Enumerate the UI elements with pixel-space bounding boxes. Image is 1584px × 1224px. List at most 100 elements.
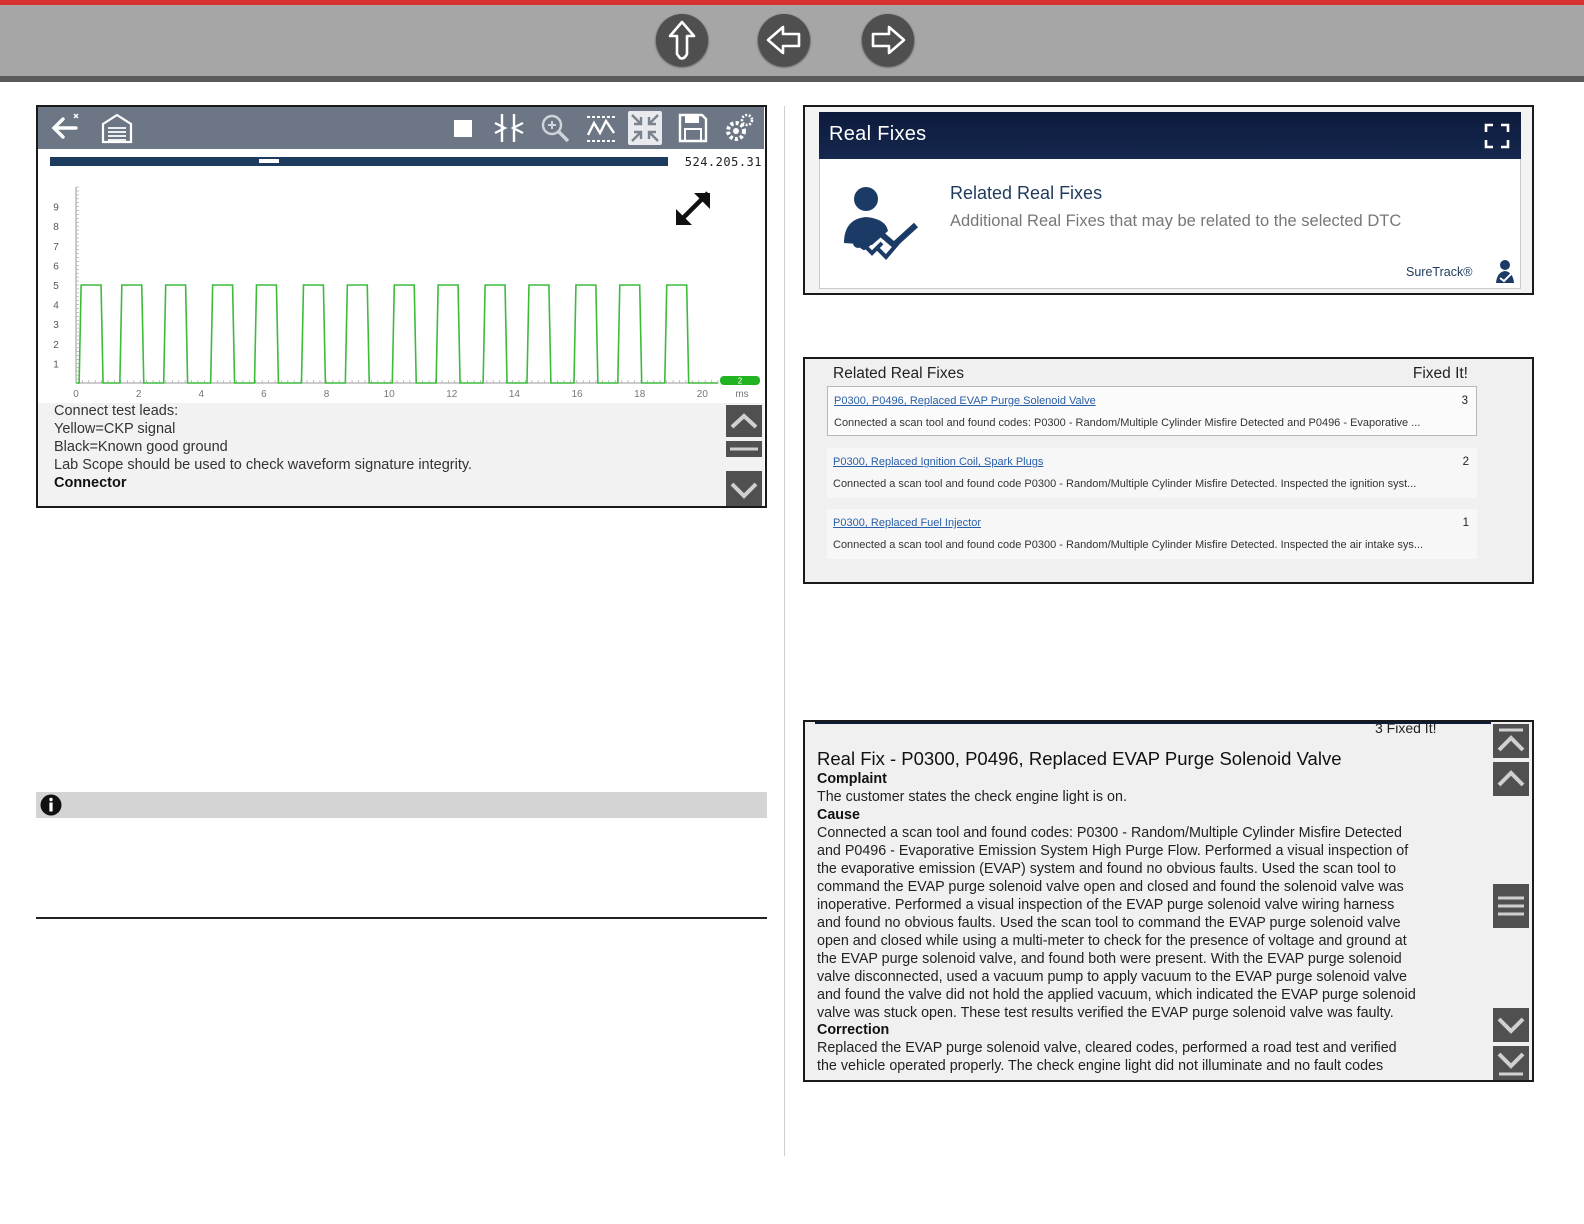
- up-arrow-icon: [668, 20, 696, 60]
- scroll-thumb[interactable]: [726, 441, 762, 457]
- scroll-bottom-button[interactable]: [1493, 1046, 1529, 1080]
- real-fixes-title: Real Fixes: [829, 123, 927, 145]
- cause-line: inoperative. Performed a visual inspecti…: [817, 897, 1395, 913]
- x-tick-label: 0: [73, 389, 79, 400]
- scope-position-value: 524.205.31: [684, 155, 762, 169]
- note-divider: [36, 917, 767, 919]
- scroll-down-button[interactable]: [1493, 1008, 1529, 1042]
- fullscreen-button[interactable]: [628, 111, 662, 145]
- scroll-down-button[interactable]: [726, 471, 762, 506]
- real-fix-title: Real Fix - P0300, P0496, Replaced EVAP P…: [817, 748, 1342, 769]
- scroll-up-button[interactable]: [726, 405, 762, 437]
- y-tick-label: 4: [53, 301, 59, 312]
- instruction-line: Lab Scope should be used to check wavefo…: [54, 457, 473, 473]
- fullscreen-icon: [631, 114, 659, 142]
- scope-buffer-bar[interactable]: [50, 157, 668, 166]
- trace-marker[interactable]: 2: [720, 376, 760, 386]
- suretrack-brand: SureTrack®: [1406, 265, 1473, 279]
- technician-handshake-icon: [844, 187, 919, 260]
- stop-button[interactable]: [446, 111, 480, 145]
- fixed-it-count: 1: [1462, 517, 1469, 529]
- fixed-it-count: 3: [1461, 395, 1468, 407]
- list-item[interactable]: P0300, P0496, Replaced EVAP Purge Soleno…: [827, 386, 1477, 436]
- home-button[interactable]: [100, 111, 134, 145]
- scroll-up-button[interactable]: [1493, 762, 1529, 796]
- correction-line: Replaced the EVAP purge solenoid valve, …: [817, 1040, 1397, 1056]
- chevron-down-icon: [1497, 1017, 1525, 1034]
- waveform-trace: [76, 284, 718, 384]
- cursor-icon: [494, 114, 524, 142]
- trace-icon: [586, 116, 615, 142]
- up-arrow-button[interactable]: [656, 14, 708, 66]
- list-header-fixed-it: Fixed It!: [1412, 365, 1468, 382]
- settings-button[interactable]: [722, 111, 756, 145]
- note-bar: [36, 792, 767, 818]
- cause-line: valve disconnected, used a vacuum pump t…: [817, 969, 1407, 985]
- scope-instructions: Connect test leads: Yellow=CKP signal Bl…: [38, 403, 724, 506]
- suretrack-person-icon: [1496, 260, 1514, 283]
- chevron-up-icon: [1497, 770, 1525, 787]
- expand-icon[interactable]: [1483, 122, 1511, 150]
- y-tick-label: 5: [53, 281, 59, 292]
- chevron-down-icon: [730, 482, 758, 499]
- instructions-scrollbar[interactable]: [724, 403, 764, 506]
- real-fixes-card-screenshot: Real Fixes Related Real Fixes Additional…: [803, 105, 1534, 295]
- y-tick-label: 1: [53, 359, 59, 370]
- related-real-fixes-list-screenshot: Related Real Fixes Fixed It! P0300, P049…: [803, 357, 1534, 584]
- back-arrow-button[interactable]: [758, 14, 810, 66]
- instruction-line: Yellow=CKP signal: [54, 421, 176, 437]
- lab-scope-screenshot: 524.205.31 0 2 4 6 8 10 12 14 16 18 20 ms 1 2 3 4 5 6 7 8 9 …: [36, 105, 767, 508]
- double-chevron-up-icon: [1497, 728, 1525, 752]
- y-tick-label: 8: [53, 222, 59, 233]
- forward-arrow-button[interactable]: [862, 14, 914, 66]
- x-tick-label: 10: [384, 389, 396, 400]
- back-button[interactable]: [48, 111, 82, 145]
- real-fixes-body[interactable]: Related Real Fixes Additional Real Fixes…: [819, 159, 1521, 289]
- scope-buffer-position[interactable]: [259, 159, 279, 163]
- scope-toolbar: [38, 107, 764, 149]
- settings-icon: [726, 113, 754, 141]
- cause-line: the evaporative emission (EVAP) system a…: [817, 861, 1397, 877]
- list-header-title: Related Real Fixes: [833, 365, 964, 382]
- instruction-line: Connect test leads:: [54, 403, 179, 419]
- cause-line: and found the valve did not hold the app…: [817, 987, 1416, 1003]
- real-fix-summary: Connected a scan tool and found codes: P…: [834, 417, 1421, 429]
- real-fix-summary: Connected a scan tool and found code P03…: [833, 539, 1424, 551]
- real-fix-link[interactable]: P0300, Replaced Fuel Injector: [833, 517, 981, 529]
- top-bar-bottom-line: [0, 76, 1584, 82]
- real-fix-summary: Connected a scan tool and found code P03…: [833, 478, 1417, 490]
- expand-view-icon[interactable]: [676, 191, 710, 225]
- forward-arrow-icon: [871, 25, 906, 55]
- save-button[interactable]: [676, 111, 710, 145]
- x-tick-label: 2: [136, 389, 142, 400]
- correction-heading: Correction: [817, 1022, 890, 1038]
- home-icon: [101, 113, 133, 144]
- instruction-line: Black=Known good ground: [54, 439, 228, 455]
- cause-line: the EVAP purge solenoid valve, and found…: [817, 951, 1402, 967]
- real-fixes-header: Real Fixes: [819, 112, 1521, 159]
- fixed-it-count-header: 3 Fixed It!: [1375, 720, 1437, 736]
- scroll-top-button[interactable]: [1493, 724, 1529, 758]
- back-arrow-icon: [766, 25, 801, 55]
- list-item[interactable]: P0300, Replaced Ignition Coil, Spark Plu…: [827, 448, 1477, 498]
- trace-button[interactable]: [584, 111, 618, 145]
- top-navigation-bar: [0, 0, 1584, 82]
- top-accent-line: [0, 0, 1584, 5]
- zoom-button[interactable]: [538, 111, 572, 145]
- scroll-thumb[interactable]: [1493, 884, 1529, 928]
- real-fix-link[interactable]: P0300, P0496, Replaced EVAP Purge Soleno…: [834, 395, 1096, 407]
- cause-line: open and closed while using a multi-mete…: [817, 933, 1407, 949]
- list-item[interactable]: P0300, Replaced Fuel Injector 1 Connecte…: [827, 509, 1477, 559]
- y-tick-label: 2: [53, 340, 59, 351]
- real-fix-link[interactable]: P0300, Replaced Ignition Coil, Spark Plu…: [833, 456, 1043, 468]
- zoom-icon: [541, 114, 570, 143]
- x-tick-label: 12: [446, 389, 458, 400]
- related-real-fixes-description: Additional Real Fixes that may be relate…: [950, 212, 1402, 230]
- cursor-button[interactable]: [492, 111, 526, 145]
- trace-marker-label: 2: [738, 377, 743, 386]
- y-tick-label: 3: [53, 320, 59, 331]
- save-icon: [678, 113, 708, 143]
- detail-scrollbar[interactable]: [1491, 722, 1531, 1080]
- x-unit-label: ms: [735, 389, 748, 400]
- y-tick-label: 7: [53, 242, 59, 253]
